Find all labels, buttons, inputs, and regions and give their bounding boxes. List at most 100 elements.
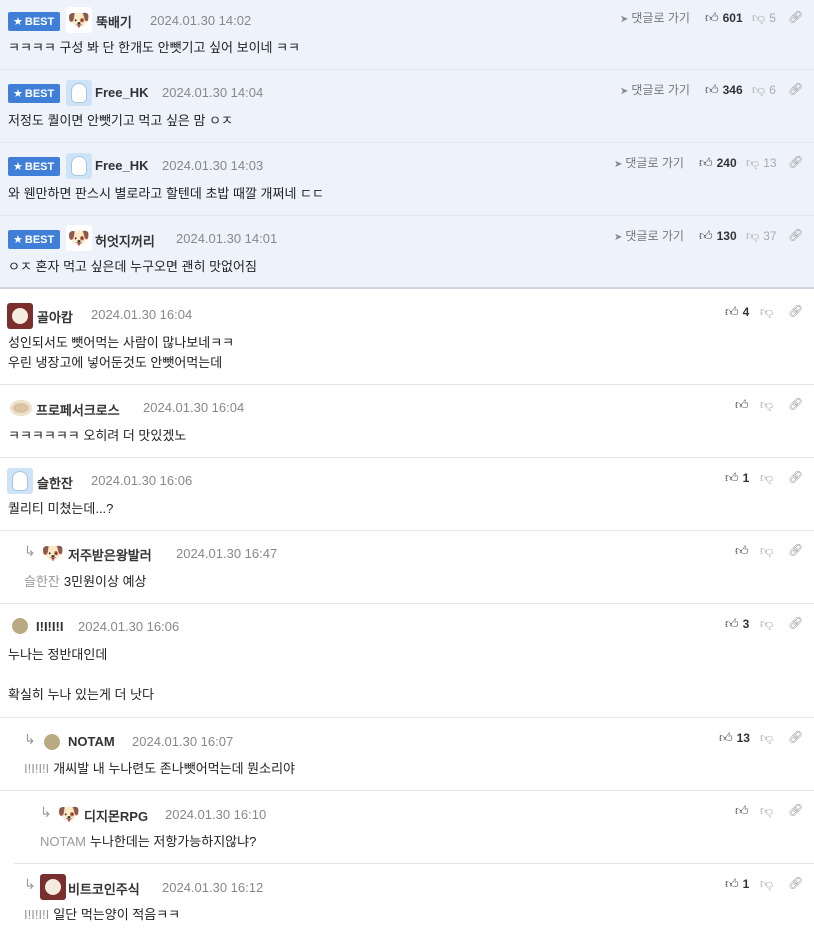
link-icon[interactable]: 🔗︎ — [788, 876, 803, 890]
downvote-button[interactable]: 👎︎ — [760, 803, 777, 819]
comment-text: I!I!I!I 일단 먹는양이 적음ㅋㅋ — [24, 907, 181, 922]
nickname[interactable]: Free_HK — [95, 158, 148, 173]
downvote-button[interactable]: 👎︎ — [760, 543, 777, 559]
thumbs-up-icon: 👍︎ — [725, 304, 739, 319]
link-icon[interactable]: 🔗︎ — [788, 470, 803, 484]
nickname[interactable]: Free_HK — [95, 85, 148, 100]
downvote-button[interactable]: 👎︎ — [760, 616, 777, 632]
avatar[interactable] — [44, 734, 60, 750]
nickname[interactable]: I!I!I!I — [36, 619, 63, 634]
paper-plane-icon: ➤ — [620, 86, 629, 97]
link-icon[interactable]: 🔗︎ — [788, 10, 803, 24]
star-icon: ★ — [13, 234, 23, 246]
comment-text: 저정도 퀄이면 안뺏기고 먹고 싶은 맘 ㅇㅈ — [8, 113, 233, 128]
thumbs-down-icon: 👎︎ — [760, 304, 774, 319]
link-icon[interactable]: 🔗︎ — [788, 82, 803, 96]
mention-nick[interactable]: I!I!I!I — [24, 907, 49, 922]
thumbs-up-icon: 👍︎ — [705, 10, 719, 25]
link-icon[interactable]: 🔗︎ — [788, 543, 803, 557]
nickname[interactable]: 허엇지꺼리 — [95, 231, 155, 250]
upvote-button[interactable]: 👍︎ 13 — [719, 730, 750, 746]
link-icon[interactable]: 🔗︎ — [788, 616, 803, 630]
thumbs-up-icon: 👍︎ — [699, 155, 713, 170]
goto-comment-link[interactable]: ➤ 댓글로 가기 — [614, 227, 684, 244]
comment: 골아캄 2024.01.30 16:04 👍︎ 4 👎︎ 🔗︎ 성인되서도 뺏어먹… — [0, 291, 814, 385]
downvote-button[interactable]: 👎︎ — [760, 397, 777, 413]
downvote-button[interactable]: 👎︎ 6 — [752, 82, 776, 98]
avatar[interactable]: 🐶 — [40, 540, 66, 566]
upvote-button[interactable]: 👍︎ 1 — [725, 470, 749, 486]
avatar[interactable]: 🐶 — [56, 801, 82, 827]
reply-arrow-icon: ↳ — [24, 731, 36, 747]
downvote-button[interactable]: 👎︎ 5 — [752, 10, 776, 26]
goto-comment-link[interactable]: ➤ 댓글로 가기 — [614, 154, 684, 171]
best-badge: ★ BEST — [8, 230, 61, 249]
upvote-button[interactable]: 👍︎ 1 — [725, 876, 749, 892]
thumbs-down-icon: 👎︎ — [760, 470, 774, 485]
downvote-button[interactable]: 👎︎ — [760, 876, 777, 892]
thumbs-down-icon: 👎︎ — [752, 82, 766, 97]
default-avatar-icon — [12, 618, 28, 634]
reply-arrow-icon: ↳ — [24, 543, 36, 559]
comment-text: 와 웬만하면 판스시 별로라고 할텐데 초밥 때깔 개쩌네 ㄷㄷ — [8, 186, 324, 201]
comment: 프로페서크로스 2024.01.30 16:04 👍︎ 👎︎ 🔗︎ ㅋㅋㅋㅋㅋㅋ… — [0, 385, 814, 458]
goto-comment-link[interactable]: ➤ 댓글로 가기 — [620, 9, 690, 26]
upvote-button[interactable]: 👍︎ — [735, 803, 753, 819]
thumbs-down-icon: 👎︎ — [760, 397, 774, 412]
comment-date: 2024.01.30 16:06 — [78, 619, 180, 634]
comment-date: 2024.01.30 14:01 — [176, 231, 278, 246]
downvote-button[interactable]: 👎︎ 37 — [746, 228, 777, 244]
thumbs-down-icon: 👎︎ — [760, 803, 774, 818]
thumbs-down-icon: 👎︎ — [760, 730, 774, 745]
avatar[interactable] — [7, 303, 33, 329]
avatar[interactable] — [66, 80, 92, 106]
mention-nick[interactable]: NOTAM — [40, 834, 86, 849]
comment-text: ㅋㅋㅋㅋ 구성 봐 단 한개도 안뺏기고 싶어 보이네 ㅋㅋ — [8, 40, 301, 55]
upvote-button[interactable]: 👍︎ — [735, 543, 753, 559]
goto-comment-link[interactable]: ➤ 댓글로 가기 — [620, 81, 690, 98]
downvote-button[interactable]: 👎︎ — [760, 470, 777, 486]
thumbs-up-icon: 👍︎ — [719, 730, 733, 745]
comment-text: NOTAM 누나한데는 저항가능하지않냐? — [40, 834, 257, 849]
nickname[interactable]: 비트코인주식 — [68, 879, 140, 898]
upvote-button[interactable]: 👍︎ 346 — [705, 82, 743, 98]
comment-date: 2024.01.30 16:12 — [162, 880, 264, 895]
nickname[interactable]: 저주받은왕발러 — [68, 545, 152, 564]
mention-nick[interactable]: I!I!I!I — [24, 761, 49, 776]
avatar[interactable] — [66, 153, 92, 179]
upvote-button[interactable]: 👍︎ — [735, 397, 753, 413]
upvote-button[interactable]: 👍︎ 240 — [699, 155, 737, 171]
star-icon: ★ — [13, 88, 23, 100]
downvote-button[interactable]: 👎︎ — [760, 304, 777, 320]
nickname[interactable]: 슬한잔 — [37, 473, 73, 492]
mention-nick[interactable]: 슬한잔 — [24, 574, 60, 589]
thumbs-up-icon: 👍︎ — [735, 543, 749, 558]
avatar[interactable] — [40, 874, 66, 900]
upvote-button[interactable]: 👍︎ 3 — [725, 616, 749, 632]
nickname[interactable]: 프로페서크로스 — [36, 400, 120, 419]
paper-plane-icon: ➤ — [614, 232, 623, 243]
link-icon[interactable]: 🔗︎ — [788, 304, 803, 318]
link-icon[interactable]: 🔗︎ — [788, 155, 803, 169]
upvote-button[interactable]: 👍︎ 601 — [705, 10, 743, 26]
avatar[interactable]: 🐶 — [66, 225, 92, 251]
avatar[interactable] — [12, 618, 28, 634]
downvote-button[interactable]: 👎︎ 13 — [746, 155, 777, 171]
downvote-button[interactable]: 👎︎ — [760, 730, 777, 746]
link-icon[interactable]: 🔗︎ — [788, 803, 803, 817]
link-icon[interactable]: 🔗︎ — [788, 228, 803, 242]
nickname[interactable]: NOTAM — [68, 734, 115, 749]
nickname[interactable]: 뚝배기 — [96, 12, 132, 31]
avatar[interactable]: 🐶 — [66, 7, 92, 33]
upvote-button[interactable]: 👍︎ 4 — [725, 304, 749, 320]
upvote-button[interactable]: 👍︎ 130 — [699, 228, 737, 244]
link-icon[interactable]: 🔗︎ — [788, 730, 803, 744]
link-icon[interactable]: 🔗︎ — [788, 397, 803, 411]
comment-date: 2024.01.30 14:04 — [162, 85, 264, 100]
best-badge: ★ BEST — [8, 84, 61, 103]
avatar[interactable] — [7, 468, 33, 494]
comment-text: ㅋㅋㅋㅋㅋㅋ 오히려 더 맛있겠노 — [8, 428, 187, 443]
nickname[interactable]: 디지몬RPG — [84, 806, 148, 825]
nickname[interactable]: 골아캄 — [37, 307, 73, 326]
avatar[interactable] — [8, 395, 34, 421]
